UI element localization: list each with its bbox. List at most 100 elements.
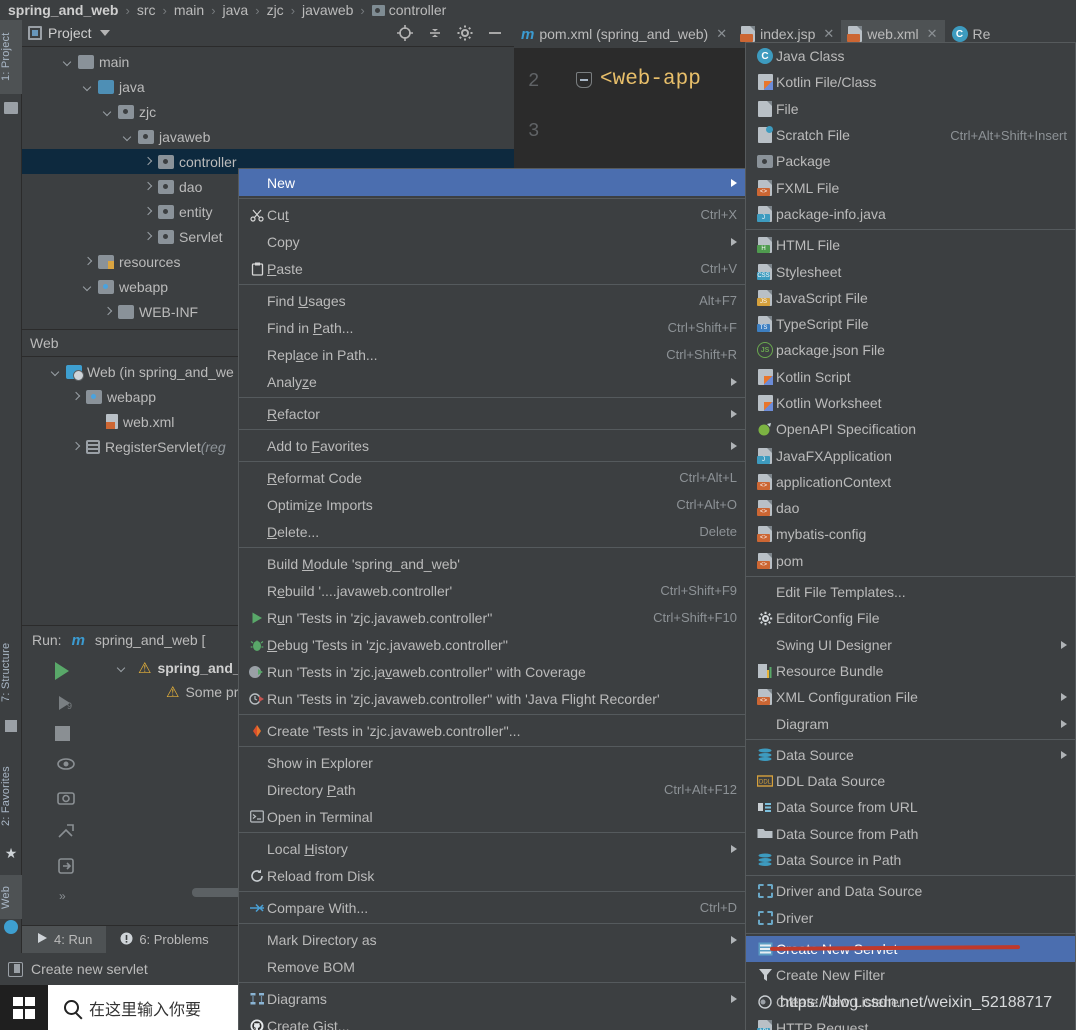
filter-icon[interactable]	[55, 753, 77, 775]
gear-icon[interactable]	[456, 24, 474, 42]
submenu-item[interactable]: Swing UI Designer	[746, 632, 1075, 658]
expand-arrow-icon[interactable]	[142, 231, 154, 243]
context-menu-item[interactable]: Analyze	[239, 368, 747, 395]
context-menu-item[interactable]: Copy	[239, 228, 747, 255]
bottom-tool-tab[interactable]: 6: Problems	[106, 926, 222, 954]
submenu-item[interactable]: DDL DDL Data Source	[746, 768, 1075, 794]
sidebar-tab-favorites[interactable]: 2: Favorites	[0, 750, 22, 842]
submenu-item[interactable]: Resource Bundle	[746, 658, 1075, 684]
collapse-all-icon[interactable]	[426, 24, 444, 42]
submenu-item[interactable]: Data Source from URL	[746, 794, 1075, 820]
expand-arrow-icon[interactable]	[142, 156, 154, 168]
context-menu-item[interactable]: Create Gist...	[239, 1012, 747, 1030]
bottom-tool-tab[interactable]: 4: Run	[22, 925, 107, 954]
context-menu-item[interactable]: Paste Ctrl+V	[239, 255, 747, 282]
submenu-item[interactable]: Edit File Templates...	[746, 579, 1075, 605]
breadcrumb-item[interactable]: javaweb	[302, 2, 353, 18]
context-menu-item[interactable]: Reformat Code Ctrl+Alt+L	[239, 464, 747, 491]
expand-arrow-icon[interactable]	[50, 366, 62, 378]
submenu-item[interactable]: C Java Class	[746, 43, 1075, 69]
breadcrumb-item[interactable]: java	[223, 2, 249, 18]
expand-arrow-icon[interactable]	[142, 206, 154, 218]
more-icon[interactable]: »	[55, 889, 77, 908]
submenu-item[interactable]: <> applicationContext	[746, 469, 1075, 495]
breadcrumb-item[interactable]: spring_and_web	[8, 2, 118, 18]
close-icon[interactable]: ✕	[927, 26, 938, 42]
breadcrumb-item[interactable]: zjc	[267, 2, 284, 18]
tree-item[interactable]: javaweb	[22, 124, 514, 149]
expand-arrow-icon[interactable]	[70, 441, 82, 453]
context-menu-item[interactable]: Optimize Imports Ctrl+Alt+O	[239, 491, 747, 518]
expand-arrow-icon[interactable]	[82, 281, 94, 293]
context-menu-item[interactable]: Mark Directory as	[239, 926, 747, 953]
context-menu-item[interactable]: Create 'Tests in 'zjc.javaweb.controller…	[239, 717, 747, 744]
submenu-item[interactable]: File	[746, 96, 1075, 122]
submenu-item[interactable]: Jpackage-info.java	[746, 201, 1075, 227]
context-menu-item[interactable]: Refactor	[239, 400, 747, 427]
submenu-item[interactable]: Kotlin Worksheet	[746, 390, 1075, 416]
submenu-item[interactable]: J JavaFXApplication	[746, 442, 1075, 468]
submenu-item[interactable]: <> XML Configuration File	[746, 684, 1075, 710]
context-menu[interactable]: New Cut Ctrl+X Copy Paste Ctrl+V Find Usages Al…	[238, 168, 748, 1030]
editor-tab[interactable]: m pom.xml (spring_and_web) ✕	[514, 20, 734, 48]
submenu-item[interactable]: Create New Filter	[746, 962, 1075, 988]
submenu-item[interactable]: Package	[746, 148, 1075, 174]
expand-arrow-icon[interactable]	[142, 181, 154, 193]
sidebar-tab-structure[interactable]: 7: Structure	[0, 628, 22, 716]
expand-arrow-icon[interactable]	[102, 306, 114, 318]
breadcrumb-item[interactable]: src	[137, 2, 156, 18]
submenu-item[interactable]: Scratch File Ctrl+Alt+Shift+Insert	[746, 122, 1075, 148]
tree-item[interactable]: main	[22, 49, 514, 74]
submenu-item[interactable]: EditorConfig File	[746, 605, 1075, 631]
login-icon[interactable]	[55, 855, 77, 877]
expand-arrow-icon[interactable]	[82, 81, 94, 93]
close-icon[interactable]: ✕	[716, 26, 727, 42]
context-menu-item[interactable]: Rebuild '....javaweb.controller' Ctrl+Shi…	[239, 577, 747, 604]
run-icon[interactable]	[55, 662, 77, 680]
submenu-item[interactable]: Data Source	[746, 742, 1075, 768]
submenu-item[interactable]: JS JavaScript File	[746, 285, 1075, 311]
stop-icon[interactable]	[55, 726, 77, 741]
camera-icon[interactable]	[55, 787, 77, 809]
submenu-item[interactable]: Kotlin Script	[746, 364, 1075, 390]
context-menu-item[interactable]: Build Module 'spring_and_web'	[239, 550, 747, 577]
submenu-item[interactable]: OpenAPI Specification	[746, 416, 1075, 442]
submenu-item[interactable]: Driver	[746, 905, 1075, 931]
start-button[interactable]	[0, 985, 48, 1030]
context-menu-item[interactable]: Directory Path Ctrl+Alt+F12	[239, 776, 747, 803]
expand-arrow-icon[interactable]	[122, 131, 134, 143]
submenu-item[interactable]: H HTML File	[746, 232, 1075, 258]
context-menu-item[interactable]: Local History	[239, 835, 747, 862]
context-menu-item[interactable]: Reload from Disk	[239, 862, 747, 889]
submenu-item[interactable]: Driver and Data Source	[746, 878, 1075, 904]
context-menu-item[interactable]: Debug 'Tests in 'zjc.javaweb.controller'…	[239, 631, 747, 658]
context-menu-item[interactable]: Remove BOM	[239, 953, 747, 980]
run-config-name[interactable]: spring_and_web [	[95, 632, 206, 648]
context-menu-item[interactable]: New	[239, 169, 747, 196]
rerun-icon[interactable]: 9	[55, 692, 77, 714]
expand-arrow-icon[interactable]	[70, 391, 82, 403]
submenu-item[interactable]: <> dao	[746, 495, 1075, 521]
context-menu-item[interactable]: Find Usages Alt+F7	[239, 287, 747, 314]
context-menu-item[interactable]: Cut Ctrl+X	[239, 201, 747, 228]
tree-item[interactable]: java	[22, 74, 514, 99]
export-icon[interactable]	[55, 821, 77, 843]
expand-arrow-icon[interactable]	[116, 662, 128, 674]
sidebar-tab-web[interactable]: Web	[0, 875, 22, 919]
context-menu-item[interactable]: Run 'Tests in 'zjc.javaweb.controller'' …	[239, 685, 747, 712]
submenu-item[interactable]: JS package.json File	[746, 337, 1075, 363]
sidebar-tab-project[interactable]: 1: Project	[0, 20, 22, 94]
submenu-item[interactable]: <> FXML File	[746, 174, 1075, 200]
tree-item[interactable]: zjc	[22, 99, 514, 124]
context-menu-item[interactable]: Run 'Tests in 'zjc.javaweb.controller'' C…	[239, 604, 747, 631]
locate-icon[interactable]	[396, 24, 414, 42]
submenu-item[interactable]: Data Source from Path	[746, 821, 1075, 847]
context-menu-item[interactable]: Show in Explorer	[239, 749, 747, 776]
code-fold-icon[interactable]	[576, 72, 592, 88]
breadcrumb-item[interactable]: main	[174, 2, 204, 18]
expand-arrow-icon[interactable]	[102, 106, 114, 118]
expand-arrow-icon[interactable]	[62, 56, 74, 68]
context-menu-item[interactable]: Find in Path... Ctrl+Shift+F	[239, 314, 747, 341]
submenu-item[interactable]: Diagram	[746, 710, 1075, 736]
close-icon[interactable]: ✕	[823, 26, 834, 42]
